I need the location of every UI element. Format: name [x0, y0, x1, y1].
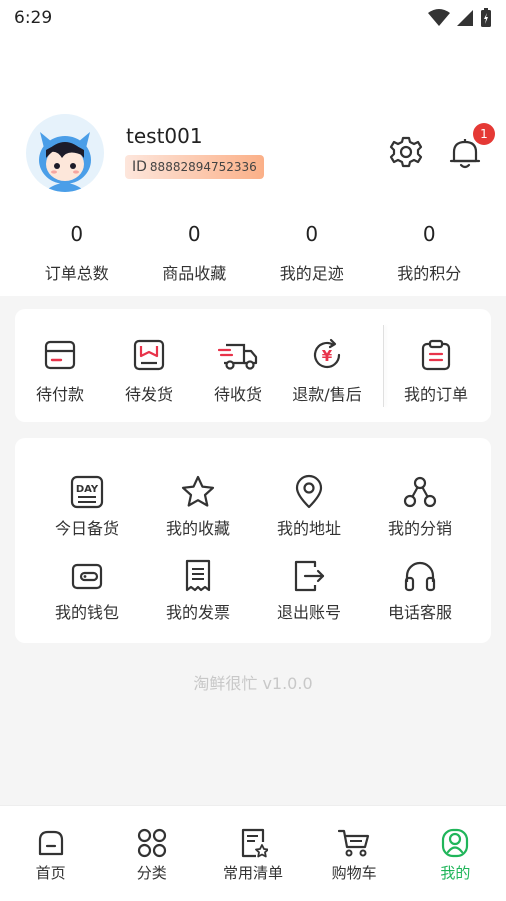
stat-label: 我的足迹 [279, 264, 344, 283]
tab-label: 购物车 [331, 864, 377, 882]
tab-home[interactable]: 首页 [1, 806, 101, 901]
stat-order-total[interactable]: 0 订单总数 [27, 222, 127, 284]
service-today-stock[interactable]: DAY 今日备货 [37, 474, 137, 539]
clipboard-icon [421, 339, 451, 371]
gear-icon[interactable] [388, 134, 424, 170]
id-badge: ID 88882894752336 [125, 155, 264, 179]
invoice-icon [185, 559, 211, 592]
service-customer-support[interactable]: 电话客服 [370, 558, 470, 623]
card-icon [44, 340, 76, 370]
orders-card: 待付款 待发货 待收货 ¥ 退款/售后 我的订单 [15, 309, 491, 422]
home-icon [38, 830, 63, 856]
truck-icon [218, 343, 258, 370]
list-icon [241, 828, 268, 858]
id-label: ID [132, 159, 147, 175]
status-time: 6:29 [14, 8, 53, 28]
notification-badge: 1 [473, 123, 495, 145]
tab-label: 首页 [35, 864, 66, 882]
order-label: 我的订单 [403, 385, 468, 404]
wallet-icon [71, 563, 103, 590]
stat-label: 订单总数 [44, 264, 109, 283]
avatar-image [39, 132, 91, 192]
status-bar: 6:29 [0, 0, 506, 36]
service-logout[interactable]: 退出账号 [259, 558, 359, 623]
stat-footprints[interactable]: 0 我的足迹 [262, 222, 362, 284]
battery-icon [481, 8, 491, 27]
tab-label: 我的 [440, 864, 471, 882]
stat-label: 我的积分 [397, 264, 462, 283]
order-label: 待付款 [35, 385, 84, 404]
stat-value: 0 [422, 222, 436, 246]
tab-label: 分类 [136, 864, 167, 882]
tab-label: 常用清单 [222, 864, 283, 882]
refund-icon: ¥ [313, 338, 341, 369]
service-label: 电话客服 [387, 603, 452, 622]
tab-cart[interactable]: 购物车 [304, 806, 404, 901]
order-all-orders[interactable]: 我的订单 [396, 337, 476, 405]
service-label: 我的分销 [387, 519, 452, 538]
bottom-tab-bar: 首页 分类 常用清单 购物车 我的 [0, 805, 506, 901]
order-label: 退款/售后 [292, 385, 362, 404]
stats-row: 0 订单总数 0 商品收藏 0 我的足迹 0 我的积分 [0, 222, 506, 284]
day-icon: DAY [70, 475, 104, 509]
service-distribution[interactable]: 我的分销 [370, 474, 470, 539]
stat-label: 商品收藏 [162, 264, 227, 283]
cart-icon [338, 829, 370, 857]
star-icon [181, 475, 215, 507]
category-icon [137, 828, 166, 858]
headset-icon [404, 561, 436, 592]
order-label: 待发货 [124, 385, 173, 404]
stat-value: 0 [187, 222, 201, 246]
box-icon [133, 339, 165, 371]
service-label: 我的收藏 [165, 519, 230, 538]
service-label: 我的发票 [165, 603, 230, 622]
share-icon [403, 476, 437, 508]
service-label: 退出账号 [276, 603, 341, 622]
stat-favorites[interactable]: 0 商品收藏 [144, 222, 244, 284]
service-label: 今日备货 [54, 519, 119, 538]
version-text: 淘鲜很忙 v1.0.0 [193, 674, 313, 693]
service-wallet[interactable]: 我的钱包 [37, 558, 137, 623]
tab-category[interactable]: 分类 [102, 806, 202, 901]
id-number: 88882894752336 [149, 160, 257, 174]
service-label: 我的地址 [276, 519, 341, 538]
divider [383, 325, 384, 407]
order-pending-shipment[interactable]: 待发货 [109, 337, 189, 405]
logout-icon [294, 560, 325, 592]
username: test001 [126, 124, 203, 148]
service-invoice[interactable]: 我的发票 [148, 558, 248, 623]
tab-shopping-list[interactable]: 常用清单 [203, 806, 303, 901]
svg-text:¥: ¥ [322, 347, 333, 365]
stat-value: 0 [70, 222, 84, 246]
order-pending-receipt[interactable]: 待收货 [198, 337, 278, 405]
service-address[interactable]: 我的地址 [259, 474, 359, 539]
user-icon [442, 828, 469, 858]
stat-value: 0 [305, 222, 319, 246]
order-label: 待收货 [213, 385, 262, 404]
wifi-icon [428, 9, 450, 26]
service-label: 我的钱包 [54, 603, 119, 622]
signal-icon [457, 10, 473, 26]
location-icon [295, 474, 323, 509]
services-card: DAY 今日备货 我的收藏 我的地址 我的分销 我的钱包 我的发票 退出账号 电… [15, 438, 491, 643]
avatar[interactable] [26, 114, 104, 192]
svg-text:DAY: DAY [76, 484, 99, 495]
order-pending-payment[interactable]: 待付款 [20, 337, 100, 405]
stat-points[interactable]: 0 我的积分 [379, 222, 479, 284]
order-refund[interactable]: ¥ 退款/售后 [287, 337, 367, 405]
tab-mine[interactable]: 我的 [405, 806, 505, 901]
service-favorites[interactable]: 我的收藏 [148, 474, 248, 539]
